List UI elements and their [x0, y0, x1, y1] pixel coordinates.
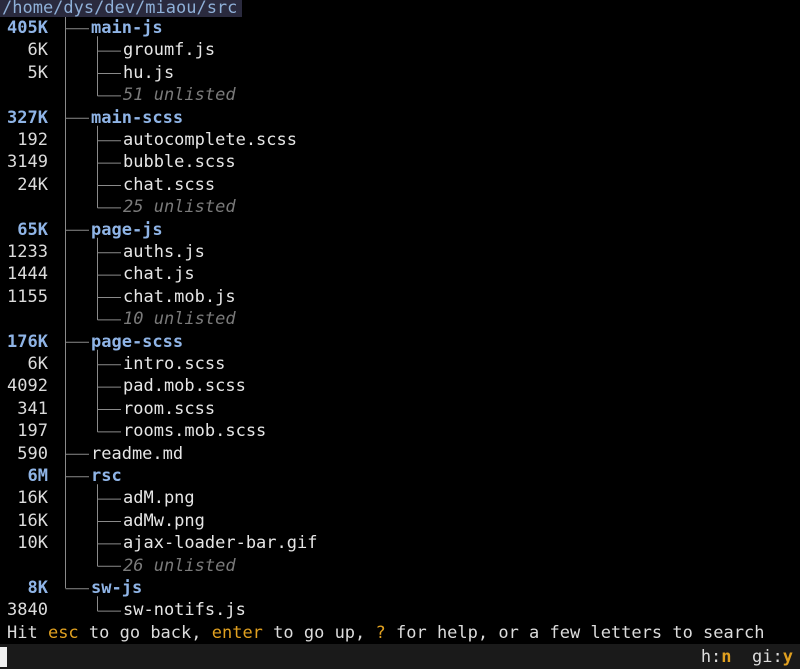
file-name: adM.png [123, 488, 195, 509]
entry-size: 3149 [7, 152, 48, 173]
status-text-2: to go back, [78, 623, 212, 643]
entry-size: 3840 [7, 600, 48, 621]
tree-row-file[interactable]: 24K chat.scss [0, 174, 800, 197]
hidden-flag-value: n [721, 647, 732, 667]
directory-name: main-scss [91, 107, 184, 128]
tree-row-file[interactable]: 4092 pad.mob.scss [0, 375, 800, 398]
file-name: room.scss [123, 398, 216, 419]
tree-row-file[interactable]: 341 room.scss [0, 398, 800, 421]
entry-size: 16K [17, 488, 48, 509]
entry-size: 197 [17, 421, 48, 442]
unlisted-count: 25 unlisted [123, 197, 236, 218]
file-name: pad.mob.scss [123, 376, 246, 397]
tree-row-unlisted[interactable]: 10 unlisted [0, 308, 800, 331]
file-tree: 405K main-js 6K groumf.js 5K hu.js 51 unlisted… [0, 17, 800, 622]
unlisted-count: 51 unlisted [123, 85, 236, 106]
entry-size: 1155 [7, 286, 48, 307]
file-name: auths.js [123, 242, 205, 262]
status-text-1: Hit [7, 623, 48, 643]
tree-row-directory[interactable]: 327K main-scss [0, 107, 800, 130]
entry-size [0, 196, 48, 219]
esc-key-hint: esc [47, 623, 79, 643]
tree-row-file[interactable]: 3840 sw-notifs.js [0, 599, 800, 622]
entry-size: 1233 [7, 242, 48, 262]
file-name: rooms.mob.scss [123, 421, 267, 442]
entry-size: 6M [27, 466, 48, 486]
status-text-3: to go up, [262, 623, 376, 643]
entry-size: 590 [17, 443, 48, 464]
help-key-hint: ? [375, 623, 386, 643]
tree-row-file[interactable]: 3149 bubble.scss [0, 151, 800, 174]
tree-row-directory[interactable]: 405K main-js [0, 17, 800, 40]
directory-name: sw-js [91, 578, 143, 598]
entry-size: 24K [17, 174, 48, 195]
text-cursor[interactable] [0, 647, 7, 667]
file-name: groumf.js [123, 40, 216, 61]
terminal-window: /home/dys/dev/miaou/src 405K main-js 6K gro… [0, 0, 800, 669]
flags-indicator: h:n gi:y [701, 646, 793, 668]
unlisted-count: 10 unlisted [123, 309, 236, 330]
search-input-row[interactable]: h:n gi:y [0, 644, 800, 669]
file-name: autocomplete.scss [123, 130, 297, 150]
tree-row-file[interactable]: 16K adM.png [0, 487, 800, 510]
entry-size: 8K [27, 578, 48, 598]
tree-row-directory[interactable]: 65K page-js [0, 219, 800, 242]
tree-row-file[interactable]: 16K adMw.png [0, 510, 800, 533]
entry-size [0, 308, 48, 331]
gitignore-flag-label: gi: [752, 647, 783, 667]
entry-size: 405K [7, 18, 48, 38]
tree-row-file[interactable]: 6K groumf.js [0, 39, 800, 62]
file-name: ajax-loader-bar.gif [123, 533, 318, 554]
file-name: readme.md [91, 443, 184, 464]
entry-size: 6K [27, 40, 48, 61]
entry-size: 1444 [7, 264, 48, 285]
directory-name: rsc [91, 466, 122, 486]
file-name: hu.js [123, 62, 175, 83]
enter-key-hint: enter [211, 623, 263, 643]
file-name: chat.mob.js [123, 286, 236, 307]
tree-row-unlisted[interactable]: 26 unlisted [0, 555, 800, 578]
tree-row-file[interactable]: 6K intro.scss [0, 353, 800, 376]
unlisted-count: 26 unlisted [123, 555, 236, 576]
entry-size: 341 [17, 398, 48, 419]
entry-size [0, 555, 48, 578]
file-name: chat.scss [123, 174, 216, 195]
entry-size: 16K [17, 510, 48, 531]
tree-row-directory[interactable]: 6M rsc [0, 465, 800, 488]
file-name: sw-notifs.js [123, 600, 246, 621]
root-path: /home/dys/dev/miaou/src [0, 0, 242, 17]
gitignore-flag-value: y [782, 647, 793, 667]
directory-name: page-js [91, 219, 163, 240]
directory-name: page-scss [91, 331, 184, 352]
directory-name: main-js [91, 18, 163, 38]
tree-row-directory[interactable]: 8K sw-js [0, 577, 800, 600]
tree-row-file[interactable]: 590 readme.md [0, 443, 800, 466]
tree-row-file[interactable]: 197 rooms.mob.scss [0, 420, 800, 443]
hidden-flag-label: h: [700, 647, 722, 667]
tree-row-file[interactable]: 1444 chat.js [0, 263, 800, 286]
tree-row-unlisted[interactable]: 25 unlisted [0, 196, 800, 219]
entry-size: 176K [7, 331, 48, 352]
file-name: chat.js [123, 264, 195, 285]
entry-size: 4092 [7, 376, 48, 397]
file-name: intro.scss [123, 354, 226, 374]
entry-size: 327K [7, 107, 48, 128]
status-text-4: for help, or a few letters to search [385, 623, 765, 643]
file-name: adMw.png [123, 510, 205, 531]
entry-size: 65K [17, 219, 48, 240]
status-bar: Hit esc to go back, enter to go up, ? fo… [0, 622, 800, 644]
entry-size [0, 84, 48, 107]
entry-size: 10K [17, 533, 48, 554]
tree-row-file[interactable]: 192 autocomplete.scss [0, 129, 800, 152]
file-name: bubble.scss [123, 152, 236, 173]
tree-row-file[interactable]: 10K ajax-loader-bar.gif [0, 532, 800, 555]
tree-row-file[interactable]: 1233 auths.js [0, 241, 800, 264]
tree-row-unlisted[interactable]: 51 unlisted [0, 84, 800, 107]
entry-size: 192 [17, 130, 48, 150]
tree-row-file[interactable]: 5K hu.js [0, 62, 800, 85]
tree-row-file[interactable]: 1155 chat.mob.js [0, 286, 800, 309]
entry-size: 6K [27, 354, 48, 374]
tree-row-directory[interactable]: 176K page-scss [0, 331, 800, 354]
entry-size: 5K [27, 62, 48, 83]
